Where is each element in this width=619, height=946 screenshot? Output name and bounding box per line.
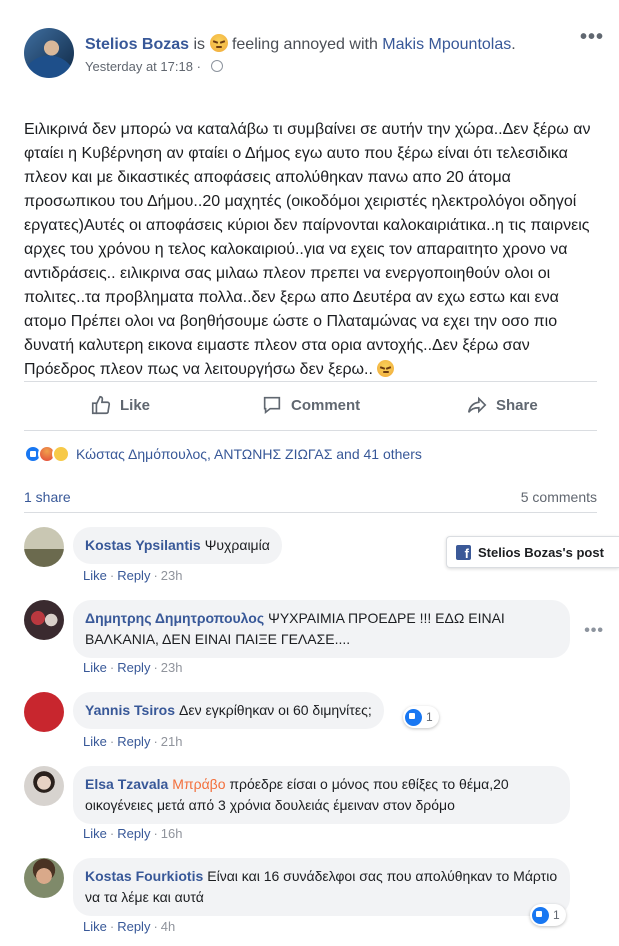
feeling-text: feeling annoyed with (231, 36, 378, 53)
comment-author[interactable]: Δημητρης Δημητροπουλος (85, 610, 264, 626)
comment-like-link[interactable]: Like (83, 734, 107, 749)
post-stats: 1 share 5 comments (24, 489, 597, 513)
avatar[interactable] (24, 858, 64, 898)
comment-bubble: Yannis Tsiros Δεν εγκρίθηκαν οι 60 διμηνί… (73, 692, 384, 729)
comment-button[interactable]: Comment (261, 394, 360, 416)
comment-reply-link[interactable]: Reply (117, 919, 150, 934)
headline-period: . (511, 36, 516, 53)
comment-meta: Like · Reply · 4h (83, 919, 176, 934)
comment-text: Ψυχραιμία (204, 537, 270, 553)
comment-likes-count: 1 (426, 710, 433, 724)
comment: Δημητρης Δημητροπουλος ΨΥΧΡΑΙΜΙΑ ΠΡΟΕΔΡΕ … (24, 600, 604, 680)
comment-like-link[interactable]: Like (83, 826, 107, 841)
meta-separator: · (196, 59, 201, 74)
share-label: Share (496, 396, 538, 414)
thumbs-up-icon (91, 395, 111, 415)
avatar[interactable] (24, 766, 64, 806)
post-meta: Yesterday at 17:18 · (85, 59, 223, 74)
comment-bubble: Kostas Ypsilantis Ψυχραιμία (73, 527, 282, 564)
post-options-button[interactable]: ••• (580, 27, 604, 47)
public-globe-icon (210, 60, 223, 72)
post-label-text: Stelios Bozas's post (478, 544, 604, 560)
facebook-post: Stelios Bozas is feeling annoyed with Ma… (0, 0, 619, 946)
author-name[interactable]: Stelios Bozas (85, 36, 189, 53)
comment-bubble: Kostas Fourkiotis Είναι και 16 συνάδελφοι… (73, 858, 570, 916)
tagged-person-link[interactable]: Makis Mpountolas (382, 36, 511, 53)
post-text-block: Ειλικρινά δεν μπορώ να καταλάβω τι συμβα… (24, 118, 604, 382)
like-button[interactable]: Like (90, 394, 150, 416)
comment-meta: Like · Reply · 23h (83, 660, 183, 675)
comment-like-link[interactable]: Like (83, 919, 107, 934)
comments-count[interactable]: 5 comments (521, 489, 597, 505)
post-label-tab[interactable]: f Stelios Bozas's post (446, 536, 619, 568)
sad-reaction-icon (52, 445, 70, 463)
comment: Yannis Tsiros Δεν εγκρίθηκαν οι 60 διμηνί… (24, 692, 604, 752)
avatar[interactable] (24, 527, 64, 567)
angry-emoji-icon (377, 360, 395, 377)
post-headline: Stelios Bozas is feeling annoyed with Ma… (85, 34, 516, 54)
share-button[interactable]: Share (466, 394, 538, 416)
post-timestamp[interactable]: Yesterday at 17:18 (85, 59, 193, 74)
like-reaction-icon (405, 708, 422, 726)
shares-count[interactable]: 1 share (24, 489, 71, 505)
comment-time[interactable]: 23h (161, 568, 183, 583)
comment-options-button[interactable]: ••• (584, 622, 604, 640)
avatar[interactable] (24, 692, 64, 732)
comment-meta: Like · Reply · 21h (83, 734, 183, 749)
comment-meta: Like · Reply · 16h (83, 826, 183, 841)
comment-time[interactable]: 23h (161, 660, 183, 675)
post-header: Stelios Bozas is feeling annoyed with Ma… (24, 27, 604, 80)
facebook-logo-icon: f (456, 544, 471, 560)
comment-time[interactable]: 16h (161, 826, 183, 841)
comment-bubble: Elsa Tzavala Μπράβο πρόεδρε είσαι ο μόνος… (73, 766, 570, 824)
comment-label: Comment (291, 396, 361, 414)
comment-reply-link[interactable]: Reply (117, 660, 150, 675)
comment-reply-link[interactable]: Reply (117, 826, 150, 841)
reactions-row[interactable]: Κώστας Δημόπουλος, ΑΝΤΩΝΗΣ ΖΙΩΓΑΣ and 41… (24, 443, 597, 465)
speech-bubble-icon (263, 396, 281, 415)
avatar[interactable] (24, 600, 64, 640)
comment-author[interactable]: Kostas Fourkiotis (85, 868, 203, 884)
comment-reply-link[interactable]: Reply (117, 568, 150, 583)
like-label: Like (120, 396, 151, 414)
comment-like-link[interactable]: Like (83, 660, 107, 675)
comment-likes-badge[interactable]: 1 (403, 706, 439, 728)
share-arrow-icon (467, 396, 487, 414)
like-reaction-icon (532, 906, 549, 924)
comment-like-link[interactable]: Like (83, 568, 107, 583)
comment-author[interactable]: Yannis Tsiros (85, 702, 175, 718)
author-avatar[interactable] (24, 28, 74, 78)
reactors-names[interactable]: Κώστας Δημόπουλος, ΑΝΤΩΝΗΣ ΖΙΩΓΑΣ and 41… (76, 446, 422, 462)
comment-text: Δεν εγκρίθηκαν οι 60 διμηνίτες; (179, 702, 372, 718)
verb-text: is (193, 36, 206, 53)
comment-bubble: Δημητρης Δημητροπουλος ΨΥΧΡΑΙΜΙΑ ΠΡΟΕΔΡΕ … (73, 600, 570, 658)
comment-reply-link[interactable]: Reply (117, 734, 150, 749)
post-text: Ειλικρινά δεν μπορώ να καταλάβω τι συμβα… (24, 121, 591, 378)
comment-time[interactable]: 4h (161, 919, 175, 934)
comment: Kostas Fourkiotis Είναι και 16 συνάδελφοι… (24, 858, 604, 942)
comment-time[interactable]: 21h (161, 734, 183, 749)
comment-highlight-word: Μπράβο (172, 776, 226, 792)
comment-author[interactable]: Kostas Ypsilantis (85, 537, 201, 553)
angry-emoji-icon (209, 34, 228, 52)
comment-meta: Like · Reply · 23h (83, 568, 183, 583)
comment: Elsa Tzavala Μπράβο πρόεδρε είσαι ο μόνος… (24, 766, 604, 846)
comment-author[interactable]: Elsa Tzavala (85, 776, 168, 792)
comment-likes-badge[interactable]: 1 (530, 904, 566, 926)
post-action-bar: Like Comment Share (24, 381, 597, 431)
comment-likes-count: 1 (553, 908, 560, 922)
